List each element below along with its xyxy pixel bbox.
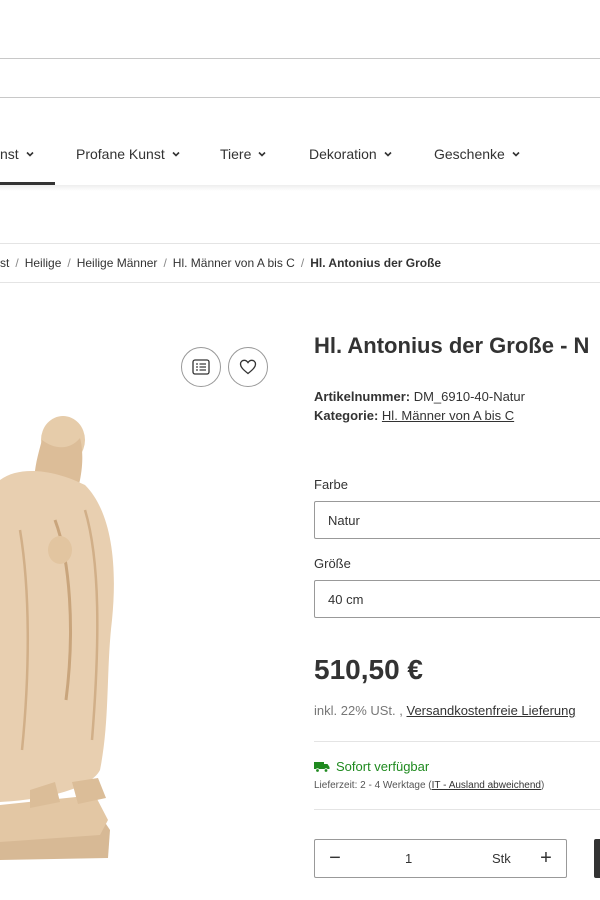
sku-row: Artikelnummer: DM_6910-40-Natur (314, 389, 525, 404)
nav-item-kunst[interactable]: nst (0, 146, 35, 162)
wishlist-button[interactable] (228, 347, 268, 387)
list-compare-icon (192, 359, 210, 375)
nav-item-label: nst (0, 146, 19, 162)
nav-item-dekoration[interactable]: Dekoration (309, 146, 393, 162)
breadcrumb-current: Hl. Antonius der Große (310, 256, 442, 270)
color-label: Farbe (314, 477, 348, 492)
breadcrumb-item[interactable]: Heilige Männer (77, 256, 158, 270)
breadcrumb-item[interactable]: st (0, 256, 9, 270)
category-row: Kategorie: Hl. Männer von A bis C (314, 408, 514, 423)
product-price: 510,50 € (314, 654, 423, 685)
search-bar-area (0, 58, 600, 98)
breadcrumb-item[interactable]: Heilige (25, 256, 62, 270)
nav-shadow (0, 185, 600, 191)
divider (314, 809, 600, 810)
breadcrumb-item[interactable]: Hl. Männer von A bis C (173, 256, 295, 270)
size-select-value: 40 cm (328, 592, 364, 607)
sku-value: DM_6910-40-Natur (413, 389, 525, 404)
quantity-input[interactable]: 1 (405, 851, 412, 866)
quantity-increase-button[interactable]: + (532, 840, 560, 877)
color-select[interactable]: Natur (314, 501, 600, 539)
delivery-suffix: ) (541, 780, 545, 791)
delivery-info: Lieferzeit: 2 - 4 Werktage (IT - Ausland… (314, 780, 544, 791)
chevron-down-icon (512, 151, 520, 157)
nav-item-label: Tiere (220, 146, 252, 162)
add-to-cart-button[interactable] (594, 839, 600, 878)
main-navigation: nst Profane Kunst Tiere Dekoration Gesch… (0, 122, 600, 186)
category-label: Kategorie: (314, 408, 379, 423)
breadcrumb: st / Heilige / Heilige Männer / Hl. Männer von… (0, 256, 441, 270)
product-title: Hl. Antonius der Große - N (314, 333, 590, 358)
stock-text: Sofort verfügbar (336, 759, 430, 774)
breadcrumb-separator: / (163, 256, 167, 270)
nav-item-geschenke[interactable]: Geschenke (434, 146, 521, 162)
size-label: Größe (314, 556, 351, 571)
quantity-decrease-button[interactable]: − (315, 840, 355, 877)
breadcrumb-bar: st / Heilige / Heilige Männer / Hl. Männer von… (0, 243, 600, 283)
tax-info: inkl. 22% USt. , Versandkostenfreie Lief… (314, 703, 576, 718)
truck-icon (314, 761, 330, 773)
compare-button[interactable] (181, 347, 221, 387)
sku-label: Artikelnummer: (314, 389, 411, 404)
nav-item-label: Geschenke (434, 146, 505, 162)
nav-item-label: Dekoration (309, 146, 377, 162)
stock-status: Sofort verfügbar (314, 759, 429, 774)
delivery-abroad-link[interactable]: IT - Ausland abweichend (432, 780, 541, 791)
breadcrumb-separator: / (300, 256, 305, 270)
tax-text: inkl. 22% USt. , (314, 703, 403, 718)
heart-icon (239, 359, 257, 375)
category-link[interactable]: Hl. Männer von A bis C (382, 408, 514, 423)
divider (314, 741, 600, 742)
breadcrumb-separator: / (15, 256, 19, 270)
color-select-value: Natur (328, 513, 360, 528)
breadcrumb-separator: / (67, 256, 71, 270)
chevron-down-icon (384, 151, 392, 157)
shipping-info-link[interactable]: Versandkostenfreie Lieferung (407, 703, 576, 718)
chevron-down-icon (26, 151, 34, 157)
nav-item-label: Profane Kunst (76, 146, 165, 162)
quantity-stepper: − 1 Stk + (314, 839, 567, 878)
chevron-down-icon (172, 151, 180, 157)
nav-item-tiere[interactable]: Tiere (220, 146, 267, 162)
chevron-down-icon (258, 151, 266, 157)
quantity-unit: Stk (492, 851, 511, 866)
size-select[interactable]: 40 cm (314, 580, 600, 618)
nav-item-profane-kunst[interactable]: Profane Kunst (76, 146, 181, 162)
product-image[interactable] (0, 410, 130, 870)
delivery-prefix: Lieferzeit: 2 - 4 Werktage ( (314, 780, 432, 791)
